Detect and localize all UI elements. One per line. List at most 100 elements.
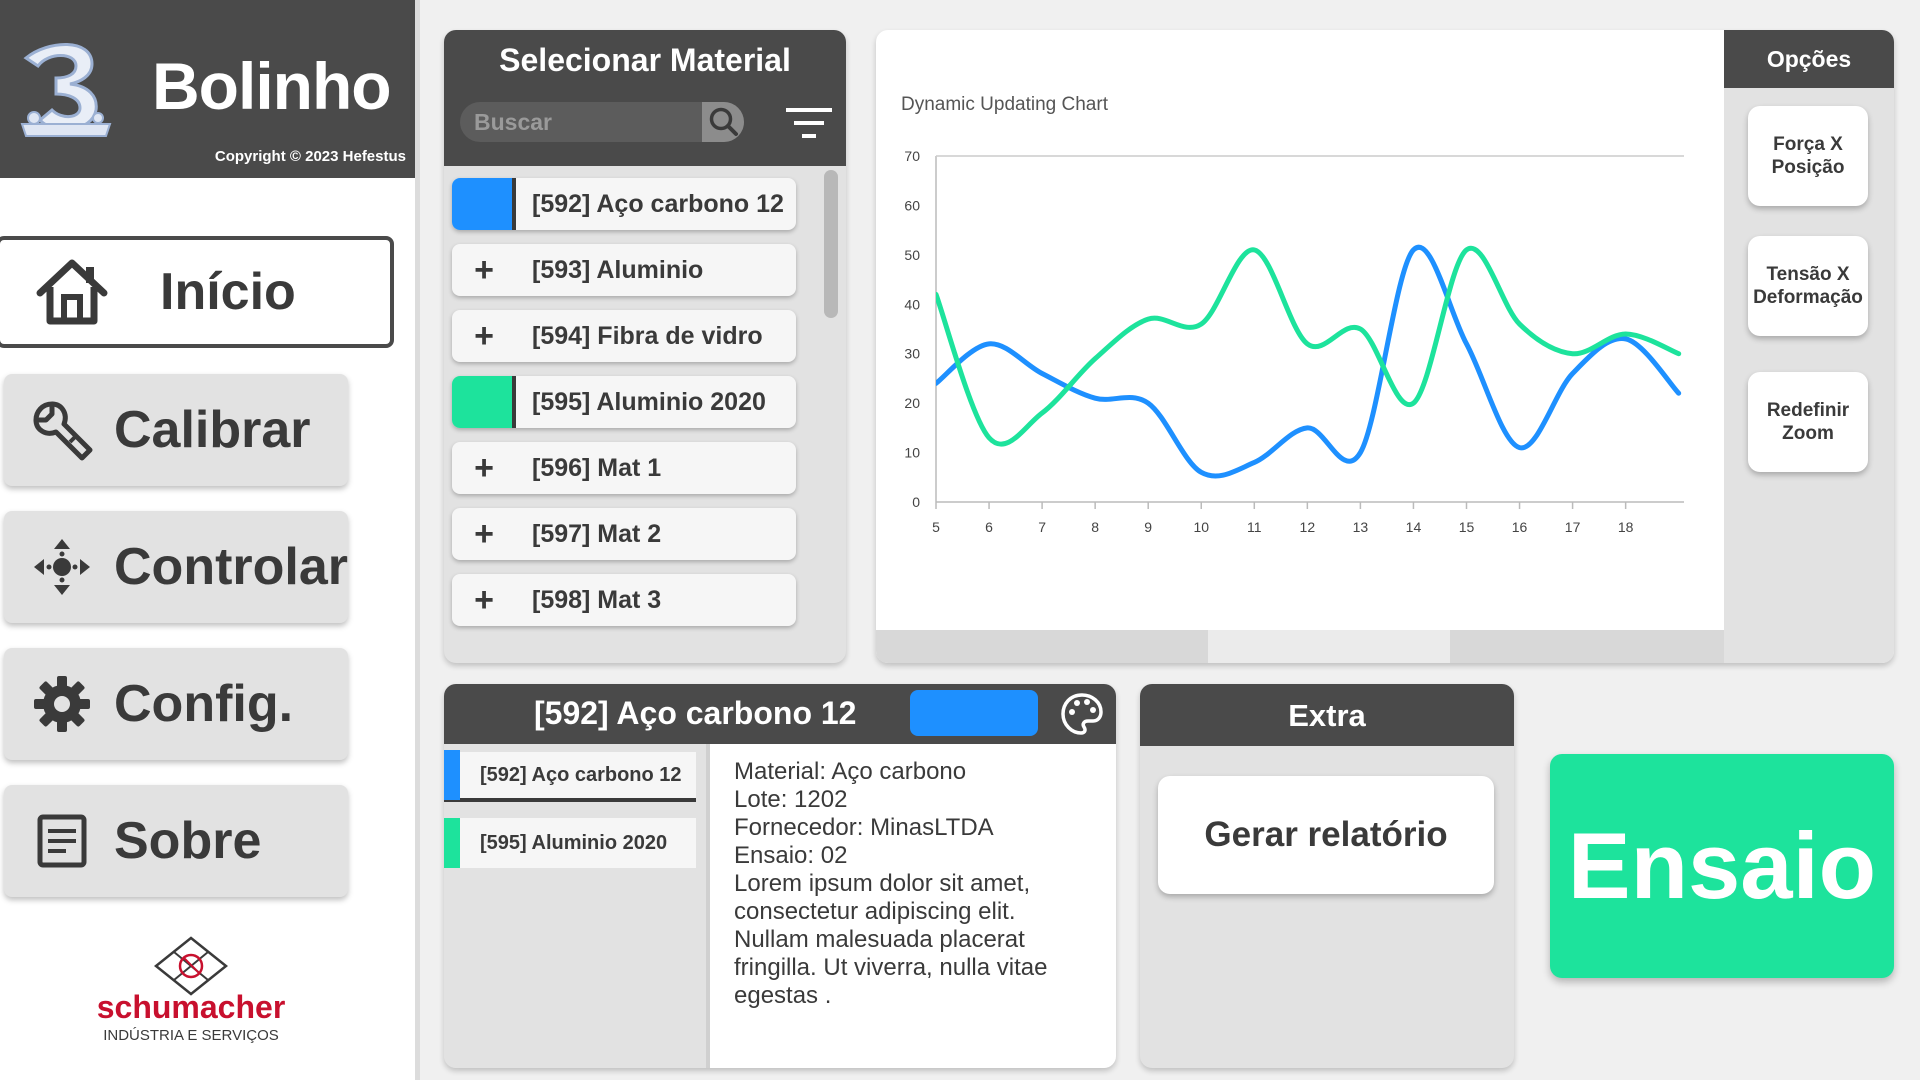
nav-sobre-label: Sobre (114, 812, 262, 870)
color-palette-button[interactable] (1060, 692, 1104, 736)
add-material-icon: + (474, 316, 494, 355)
company-name: schumacher (97, 989, 286, 1025)
company-tagline: INDÚSTRIA E SERVIÇOS (103, 1027, 279, 1044)
material-selector-panel: Selecionar Material [592] Aço carbono 12… (444, 30, 846, 663)
chart-scrollbar[interactable] (876, 630, 1724, 663)
chart-y-tick-label: 70 (904, 148, 920, 164)
reset-zoom-button[interactable]: Redefinir Zoom (1748, 372, 1868, 472)
chart-x-tick-label: 14 (1406, 519, 1422, 535)
material-list-item[interactable]: + [594] Fibra de vidro (452, 310, 796, 362)
sidebar: Bolinho Copyright © 2023 Hefestus Início… (0, 0, 420, 1080)
material-list-item-label: [595] Aluminio 2020 (532, 387, 766, 416)
chart-panel: Dynamic Updating Chart 0 10 20 30 40 50 60 70 5 6 7… (876, 30, 1894, 663)
brand-header: Bolinho Copyright © 2023 Hefestus (0, 0, 420, 178)
move-arrows-icon (34, 539, 90, 595)
chart-y-tick-label: 50 (904, 247, 920, 263)
detail-line-description: Nullam malesuada placerat (734, 926, 1025, 953)
material-detail-info: Material: Aço carbono Lote: 1202 Fornece… (706, 744, 1116, 1068)
document-icon (37, 814, 87, 868)
chart-x-tick-label: 13 (1353, 519, 1369, 535)
material-list-item[interactable]: [595] Aluminio 2020 (452, 376, 796, 428)
palette-icon (1061, 693, 1103, 735)
search-button[interactable] (702, 102, 744, 142)
detail-line-description: fringilla. Ut viverra, nulla vitae (734, 954, 1048, 981)
detail-line-fornecedor: Fornecedor: MinasLTDA (734, 814, 994, 841)
material-detail-header: [592] Aço carbono 12 (444, 684, 1116, 744)
nav-calibrar-button[interactable]: Calibrar (4, 374, 348, 486)
chart-x-tick-label: 6 (985, 519, 993, 535)
nav-calibrar-label: Calibrar (114, 401, 311, 459)
detail-line-description: egestas . (734, 982, 832, 1009)
material-list-item[interactable]: + [598] Mat 3 (452, 574, 796, 626)
filter-icon (786, 108, 832, 138)
material-list-item-label: [594] Fibra de vidro (532, 321, 763, 350)
add-material-icon: + (474, 250, 494, 289)
detail-line-material: Material: Aço carbono (734, 758, 967, 785)
generate-report-button[interactable]: Gerar relatório (1158, 776, 1494, 894)
material-list-item[interactable]: + [593] Aluminio (452, 244, 796, 296)
material-list-item[interactable]: + [596] Mat 1 (452, 442, 796, 494)
material-selector-header: Selecionar Material (444, 30, 846, 166)
extra-title: Extra (1140, 684, 1514, 746)
start-test-button[interactable]: Ensaio (1550, 754, 1894, 978)
material-detail-title: [592] Aço carbono 12 (534, 695, 857, 731)
detail-tab-color (444, 818, 460, 868)
chart-x-tick-label: 18 (1618, 519, 1634, 535)
filter-button[interactable] (784, 102, 834, 144)
material-color-swatch[interactable] (910, 690, 1038, 736)
material-detail-panel: [592] Aço carbono 12 [592] Aço carbono 1… (444, 684, 1116, 1068)
chart-x-tick-label: 12 (1300, 519, 1316, 535)
detail-line-description: consectetur adipiscing elit. (734, 898, 1016, 925)
material-list-item[interactable]: + [597] Mat 2 (452, 508, 796, 560)
chart-y-tick-label: 60 (904, 197, 920, 213)
chart-y-tick-label: 20 (904, 395, 920, 411)
add-material-icon: + (474, 514, 494, 553)
extra-panel: Extra Gerar relatório (1140, 684, 1514, 1068)
chart-series-line-1 (936, 244, 1682, 479)
nav-sobre-button[interactable]: Sobre (4, 785, 348, 897)
chart-x-tick-label: 11 (1247, 519, 1262, 535)
force-position-button[interactable]: Força X Posição (1748, 106, 1868, 206)
search-input[interactable] (460, 102, 700, 142)
app-name: Bolinho (152, 49, 392, 123)
detail-line-ensaio: Ensaio: 02 (734, 842, 848, 869)
detail-line-description: Lorem ipsum dolor sit amet, (734, 870, 1031, 897)
material-selector-title: Selecionar Material (499, 42, 791, 78)
options-title: Opções (1724, 30, 1894, 88)
chart-x-tick-label: 8 (1091, 519, 1099, 535)
stress-strain-button[interactable]: Tensão X Deformação (1748, 236, 1868, 336)
bolinho-logo-icon (20, 43, 112, 137)
company-logo-mark-icon (153, 936, 229, 996)
chart-x-tick-label: 5 (932, 519, 940, 535)
search-icon (709, 107, 738, 136)
material-list-scrollbar[interactable] (824, 170, 838, 318)
chart-y-tick-label: 0 (912, 494, 920, 510)
chart-scrollbar-thumb[interactable] (1208, 630, 1450, 663)
detail-tab-595[interactable]: [595] Aluminio 2020 (444, 818, 696, 868)
gear-icon (34, 676, 90, 732)
chart-y-tick-label: 10 (904, 445, 920, 461)
material-list-item-label: [593] Aluminio (532, 255, 704, 284)
options-panel: Opções Força X Posição Tensão X Deformaç… (1724, 30, 1894, 663)
nav-controlar-button[interactable]: Controlar (4, 511, 348, 623)
nav-controlar-label: Controlar (114, 538, 348, 596)
nav-inicio-button[interactable]: Início (0, 236, 394, 348)
material-list-item-label: [592] Aço carbono 12 (532, 189, 784, 218)
line-chart[interactable]: Dynamic Updating Chart 0 10 20 30 40 50 60 70 5 6 7… (876, 30, 1724, 630)
nav-inicio-label: Início (160, 263, 296, 321)
detail-tab-color (444, 750, 460, 800)
material-list-item[interactable]: [592] Aço carbono 12 (452, 178, 796, 230)
chart-x-tick-label: 15 (1459, 519, 1475, 535)
wrench-icon (33, 401, 93, 461)
nav-config-label: Config. (114, 675, 294, 733)
chart-series-line-2 (936, 245, 1682, 447)
chart-x-tick-label: 16 (1512, 519, 1528, 535)
home-icon (36, 259, 108, 325)
chart-title: Dynamic Updating Chart (901, 94, 1109, 115)
chart-y-tick-label: 30 (904, 346, 920, 362)
nav-config-button[interactable]: Config. (4, 648, 348, 760)
detail-tab-592[interactable]: [592] Aço carbono 12 (444, 750, 696, 802)
material-list-item-label: [596] Mat 1 (532, 453, 662, 482)
material-detail-tabs: [592] Aço carbono 12 [595] Aluminio 2020 (444, 744, 706, 1068)
material-list-item-label: [597] Mat 2 (532, 519, 662, 548)
